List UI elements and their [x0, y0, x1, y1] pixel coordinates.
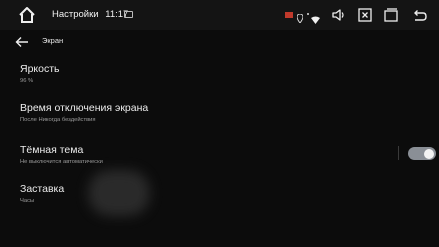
- location-icon: [296, 10, 304, 24]
- dot-icon: [307, 13, 309, 15]
- back-icon[interactable]: [412, 7, 428, 23]
- status-bar: Настройки 11:17: [0, 0, 439, 30]
- setting-subtitle: Часы: [20, 198, 35, 204]
- setting-title: Яркость: [20, 63, 60, 75]
- setting-dark-theme[interactable]: Тёмная тема Не выключится автоматически: [20, 144, 103, 165]
- setting-screen-timeout[interactable]: Время отключения экрана После Никогда бе…: [20, 102, 148, 123]
- close-box-icon[interactable]: [357, 7, 373, 23]
- recent-apps-icon[interactable]: [383, 7, 399, 23]
- setting-brightness[interactable]: Яркость 96 %: [20, 63, 60, 84]
- toggle-knob: [424, 148, 434, 159]
- setting-title: Тёмная тема: [20, 144, 84, 156]
- dark-theme-toggle[interactable]: [408, 147, 436, 160]
- blurred-region: [88, 170, 150, 216]
- divider: [398, 146, 399, 160]
- setting-subtitle: 96 %: [20, 78, 34, 84]
- home-icon[interactable]: [18, 6, 36, 24]
- flag-icon: [285, 12, 293, 18]
- status-bar-title: Настройки 11:17: [52, 9, 128, 20]
- page-title: Экран: [42, 36, 64, 45]
- setting-title: Время отключения экрана: [20, 102, 149, 114]
- page-header: Экран: [0, 32, 439, 52]
- app-title: Настройки: [52, 9, 99, 20]
- setting-subtitle: Не выключится автоматически: [20, 159, 103, 165]
- volume-icon[interactable]: [331, 7, 347, 23]
- setting-screensaver[interactable]: Заставка Часы: [20, 183, 64, 204]
- wifi-icon: [311, 11, 320, 24]
- setting-title: Заставка: [20, 183, 65, 195]
- arrow-left-icon[interactable]: [15, 35, 29, 47]
- message-icon: [124, 11, 133, 18]
- setting-subtitle: После Никогда бездействия: [20, 117, 96, 123]
